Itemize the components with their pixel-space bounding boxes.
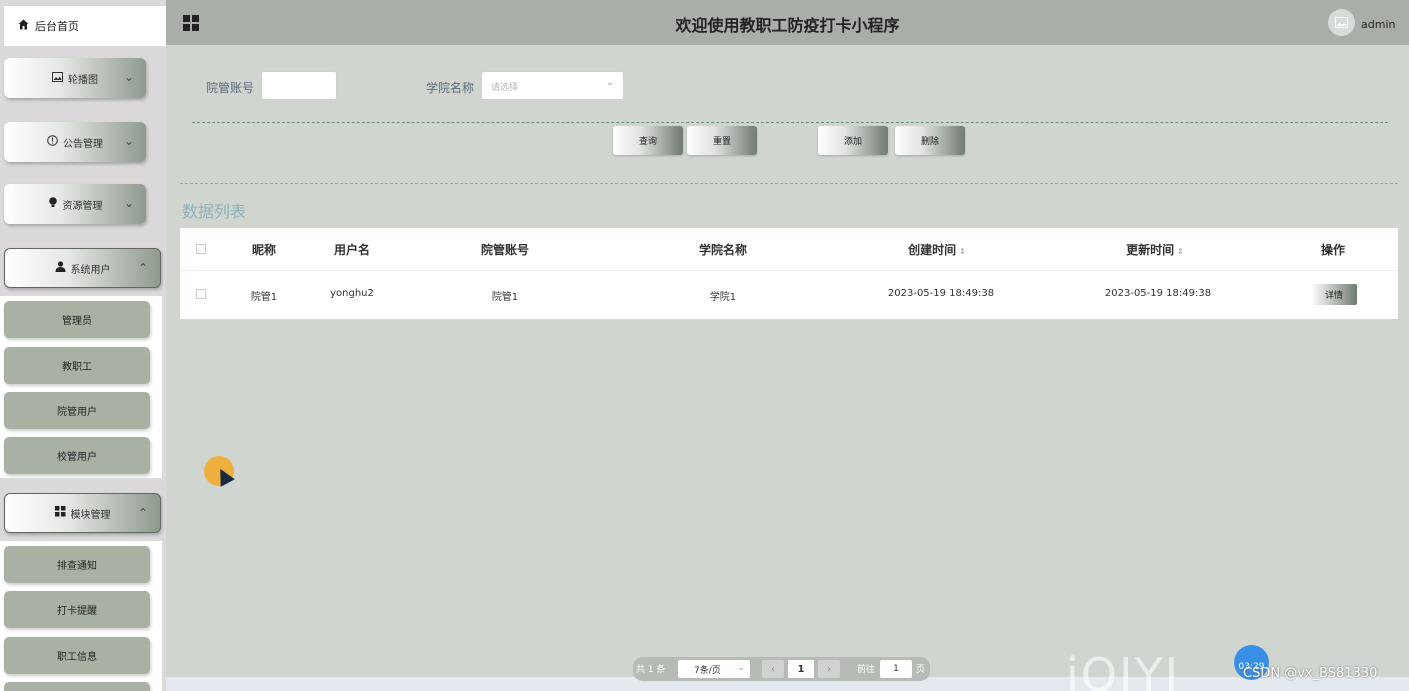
header-bar: 欢迎使用教职工防疫打卡小程序 admin (166, 0, 1409, 45)
menu-carousel[interactable]: 轮播图 ⌄ (4, 58, 146, 98)
username-label[interactable]: admin (1361, 18, 1395, 31)
goto-label: 前往 (857, 665, 876, 675)
chevron-down-icon: ⌄ (123, 70, 134, 84)
sidebar-item-school-admin[interactable]: 校管用户 (4, 437, 150, 474)
menu-announcements[interactable]: 公告管理 ⌄ (4, 122, 146, 162)
sidebar-item-inspection-notice-label: 排查通知 (57, 561, 97, 572)
divider (192, 122, 1388, 123)
cell-college: 学院1 (709, 292, 737, 303)
college-name-label: 学院名称 (426, 81, 475, 95)
csdn-watermark: CSDN @vx_BS81330 (1243, 666, 1378, 681)
column-header-college: 学院名称 (698, 243, 748, 257)
current-page[interactable]: 1 (788, 660, 814, 678)
sidebar-item-next[interactable] (4, 682, 150, 691)
column-header-username: 用户名 (333, 243, 371, 257)
sidebar-item-school-admin-label: 校管用户 (57, 452, 97, 463)
menu-system-users[interactable]: 系统用户 ⌃ (4, 248, 161, 288)
sort-icon[interactable]: ⇕ (1177, 247, 1184, 256)
column-header-nickname: 昵称 (251, 243, 277, 257)
college-name-select[interactable]: 请选择 ⌄ (481, 71, 624, 100)
home-icon (18, 19, 29, 33)
detail-button[interactable]: 详情 (1311, 284, 1357, 305)
page-jump-input[interactable]: 1 (880, 660, 912, 678)
sidebar-item-inspection-notice[interactable]: 排查通知 (4, 546, 150, 583)
cell-nickname: 院管1 (250, 292, 278, 303)
menu-modules[interactable]: 模块管理 ⌃ (4, 493, 161, 533)
reset-button[interactable]: 重置 (687, 126, 757, 155)
divider (180, 183, 1398, 184)
prev-page-button[interactable]: ‹ (762, 660, 784, 678)
select-all-checkbox[interactable] (196, 244, 206, 254)
query-button[interactable]: 查询 (613, 126, 683, 155)
college-account-label: 院管账号 (206, 81, 255, 95)
column-header-account: 院管账号 (480, 243, 530, 257)
sidebar: 后台首页 轮播图 ⌄ 公告管理 ⌄ 资源管理 ⌄ 系统用户 ⌃ 管理员 教职工 … (0, 0, 166, 691)
data-list-title: 数据列表 (182, 202, 247, 221)
column-header-action: 操作 (1320, 243, 1346, 257)
menu-announcements-label: 公告管理 (63, 138, 103, 150)
cell-created: 2023-05-19 18:49:38 (887, 288, 995, 299)
page-size-value: 7条/页 (694, 665, 721, 676)
pagination-total: 共 1 条 (636, 665, 666, 675)
user-icon (55, 261, 66, 275)
sort-icon[interactable]: ⇕ (959, 247, 966, 256)
chevron-up-icon: ⌃ (137, 261, 148, 275)
sidebar-item-staff-info[interactable]: 职工信息 (4, 637, 150, 674)
column-header-created[interactable]: 创建时间 ⇕ (908, 241, 966, 258)
page-size-select[interactable]: 7条/页 ⌄ (678, 660, 750, 678)
chevron-down-icon: ⌄ (123, 134, 134, 148)
image-icon (1335, 17, 1348, 28)
cell-username: yonghu2 (330, 288, 374, 299)
column-header-updated-label: 更新时间 (1126, 243, 1175, 257)
page-suffix-label: 页 (916, 665, 926, 675)
add-button[interactable]: 添加 (818, 126, 888, 155)
grid-icon (54, 506, 66, 520)
menu-resources-label: 资源管理 (62, 200, 103, 212)
data-table: 昵称 用户名 院管账号 学院名称 创建时间 ⇕ 更新时间 ⇕ 操作 院管1 yong… (180, 228, 1398, 319)
sidebar-item-staff-label: 教职工 (62, 362, 92, 373)
cell-account: 院管1 (491, 292, 519, 303)
delete-button[interactable]: 删除 (895, 126, 965, 155)
column-header-created-label: 创建时间 (908, 243, 957, 257)
menu-system-users-label: 系统用户 (70, 264, 111, 276)
cell-updated: 2023-05-19 18:49:38 (1104, 288, 1212, 299)
chevron-down-icon: ⌄ (737, 663, 745, 673)
bulb-icon (48, 197, 58, 211)
sidebar-item-college-admin-label: 院管用户 (57, 407, 97, 418)
page-title: 欢迎使用教职工防疫打卡小程序 (675, 16, 900, 35)
sidebar-item-admin[interactable]: 管理员 (4, 301, 150, 338)
avatar[interactable] (1328, 9, 1355, 36)
sidebar-item-staff[interactable]: 教职工 (4, 347, 150, 384)
chevron-down-icon: ⌄ (605, 77, 614, 88)
menu-modules-label: 模块管理 (70, 509, 111, 521)
chevron-up-icon: ⌃ (137, 506, 148, 520)
column-header-updated[interactable]: 更新时间 ⇕ (1126, 241, 1184, 258)
sidebar-item-checkin-reminder[interactable]: 打卡提醒 (4, 591, 150, 628)
menu-resources[interactable]: 资源管理 ⌄ (4, 184, 146, 224)
row-checkbox[interactable] (196, 289, 206, 299)
sidebar-item-admin-label: 管理员 (62, 316, 92, 327)
image-icon (52, 71, 63, 85)
info-circle-icon (47, 135, 58, 149)
sidebar-item-checkin-reminder-label: 打卡提醒 (57, 606, 97, 617)
chevron-down-icon: ⌄ (123, 196, 134, 210)
college-account-input[interactable] (261, 71, 337, 100)
next-page-button[interactable]: › (818, 660, 840, 678)
sidebar-item-college-admin[interactable]: 院管用户 (4, 392, 150, 429)
menu-carousel-label: 轮播图 (68, 74, 98, 86)
sidebar-item-staff-info-label: 职工信息 (57, 652, 97, 663)
iqiyi-watermark: iQIYI (1066, 648, 1181, 691)
sidebar-item-home[interactable]: 后台首页 (4, 6, 166, 46)
row-divider (180, 270, 1398, 271)
sidebar-item-home-label: 后台首页 (35, 20, 79, 33)
select-placeholder: 请选择 (491, 83, 519, 93)
